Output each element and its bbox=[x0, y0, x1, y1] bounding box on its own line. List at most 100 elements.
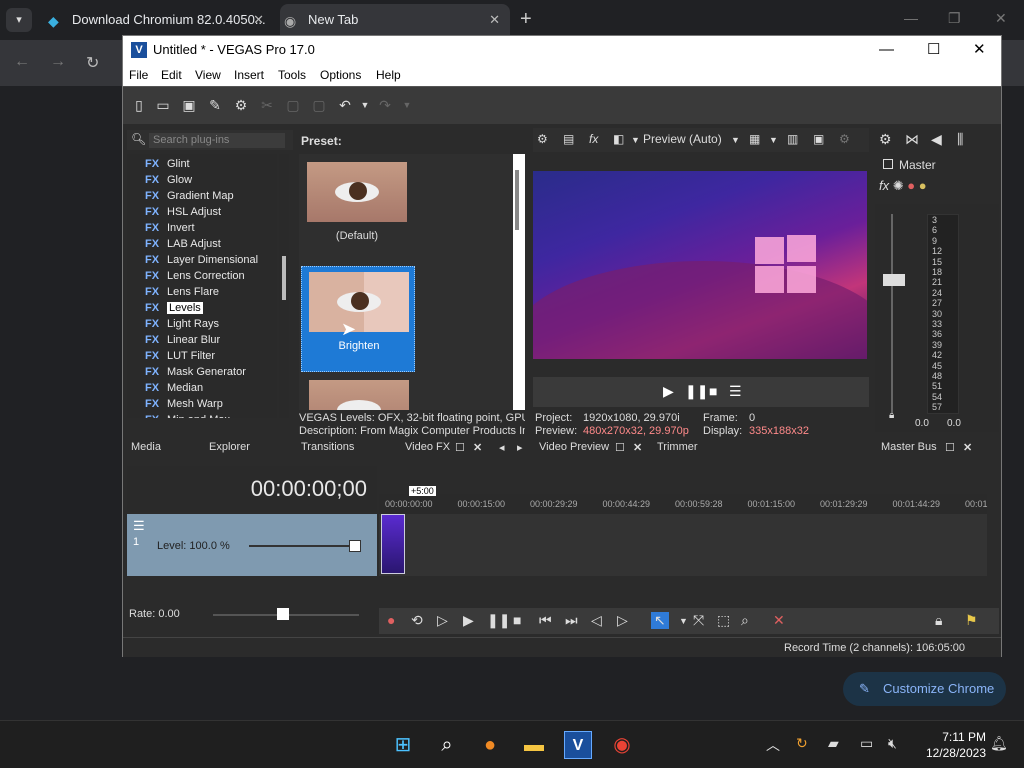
start-windows-icon[interactable]: ⊞ bbox=[389, 731, 417, 759]
previous-frame-icon[interactable]: ◁ bbox=[591, 612, 602, 629]
timeline-ruler[interactable]: +5:00 00:00:00:00 00:00:15:00 00:00:29:29 0… bbox=[379, 486, 988, 514]
reload-icon[interactable]: ↻ bbox=[86, 53, 99, 73]
search-icon[interactable]: ⌕ bbox=[433, 731, 461, 759]
maximize-icon[interactable]: ☐ bbox=[927, 36, 940, 64]
notification-bell-icon[interactable]: 🔔︎ bbox=[990, 735, 1008, 752]
vegas-taskbar-icon[interactable]: V bbox=[564, 731, 592, 759]
plugin-item[interactable]: FX Linear Blur bbox=[145, 332, 220, 348]
preview-quality-dropdown[interactable]: Preview (Auto) bbox=[643, 132, 722, 146]
video-fx-icon[interactable]: fx bbox=[589, 132, 598, 146]
save-snapshot-icon[interactable]: ▣ bbox=[813, 132, 824, 146]
minimize-icon[interactable]: — bbox=[879, 36, 894, 64]
track-menu-icon[interactable]: ☰ bbox=[133, 518, 145, 534]
new-tab-icon[interactable]: + bbox=[520, 8, 532, 31]
paste-icon[interactable]: ▢ bbox=[311, 97, 327, 113]
record-icon[interactable]: ● bbox=[387, 612, 395, 628]
delete-icon[interactable]: ✕ bbox=[773, 612, 785, 629]
menu-help[interactable]: Help bbox=[376, 68, 401, 82]
preset-thumbnail-next[interactable] bbox=[309, 380, 409, 410]
restore-icon[interactable]: ❐ bbox=[948, 10, 961, 27]
track-level-knob[interactable] bbox=[349, 540, 361, 552]
mixer-icon[interactable]: ⫼ bbox=[957, 131, 963, 148]
go-to-end-icon[interactable]: ⏭ bbox=[565, 612, 578, 629]
update-icon[interactable]: ↻ bbox=[796, 735, 808, 752]
split-screen-icon[interactable]: ▤ bbox=[563, 132, 574, 146]
stop-icon[interactable]: ■ bbox=[709, 383, 717, 399]
menu-tools[interactable]: Tools bbox=[278, 68, 306, 82]
plugin-item[interactable]: FX Levels bbox=[145, 300, 203, 316]
preset-thumbnail-default[interactable] bbox=[307, 162, 407, 222]
downmix-icon[interactable]: ⋈ bbox=[905, 131, 919, 148]
tab-left-icon[interactable]: ◂ bbox=[499, 441, 505, 454]
tab-close-icon[interactable]: ✕ bbox=[473, 441, 482, 454]
pause-icon[interactable]: ❚❚ bbox=[487, 612, 510, 629]
dock-icon[interactable]: ☐ bbox=[615, 441, 625, 454]
timeline-track-area[interactable] bbox=[379, 514, 987, 576]
dock-icon[interactable]: ☐ bbox=[945, 441, 955, 454]
plugin-item[interactable]: FX Light Rays bbox=[145, 316, 219, 332]
plugin-item[interactable]: FX Layer Dimensional bbox=[145, 252, 258, 268]
tab-trimmer[interactable]: Trimmer bbox=[657, 441, 698, 453]
plugin-item[interactable]: FX Mask Generator bbox=[145, 364, 246, 380]
envelope-tool-icon[interactable]: ⤧ bbox=[693, 612, 704, 629]
tray-overflow-icon[interactable]: ︿ bbox=[766, 735, 780, 755]
marker-icon[interactable]: ⚑ bbox=[965, 612, 978, 629]
tab-media[interactable]: Media bbox=[131, 441, 161, 453]
save-icon[interactable]: ▣ bbox=[181, 97, 197, 113]
track-header[interactable]: ☰ 1 Level: 100.0 % bbox=[127, 514, 377, 576]
next-frame-icon[interactable]: ▷ bbox=[617, 612, 628, 629]
preview-settings-gear-icon[interactable]: ⚙ bbox=[537, 132, 548, 146]
menu-file[interactable]: File bbox=[129, 68, 148, 82]
edit-tool-dropdown-icon[interactable]: ▼ bbox=[679, 616, 688, 626]
loop-icon[interactable]: ⟲ bbox=[411, 612, 423, 629]
pause-icon[interactable]: ❚❚ bbox=[685, 383, 708, 400]
menu-insert[interactable]: Insert bbox=[234, 68, 264, 82]
copy-icon[interactable]: ▢ bbox=[285, 97, 301, 113]
tab-master-bus[interactable]: Master Bus bbox=[881, 441, 937, 453]
plugin-item[interactable]: FX LUT Filter bbox=[145, 348, 215, 364]
undo-dropdown-icon[interactable]: ▼ bbox=[357, 97, 373, 113]
tab-video-preview[interactable]: Video Preview bbox=[539, 441, 609, 453]
track-level-slider[interactable] bbox=[249, 545, 359, 547]
play-from-start-icon[interactable]: ▷ bbox=[437, 612, 448, 629]
minimize-icon[interactable]: — bbox=[904, 10, 918, 26]
menu-view[interactable]: View bbox=[195, 68, 221, 82]
fx-icon[interactable]: fx bbox=[879, 178, 889, 193]
grid-dropdown-icon[interactable]: ▼ bbox=[769, 135, 778, 145]
mute-icon[interactable]: ● bbox=[907, 178, 915, 193]
show-plugin-icon[interactable]: ⚙ bbox=[839, 132, 850, 146]
plugin-search-input[interactable]: Search plug-ins bbox=[149, 133, 285, 148]
plugin-item[interactable]: FX Median bbox=[145, 380, 203, 396]
play-icon[interactable]: ▶ bbox=[463, 612, 474, 629]
plugin-item[interactable]: FX Invert bbox=[145, 220, 195, 236]
close-icon[interactable]: ✕ bbox=[973, 36, 986, 64]
selection-tool-icon[interactable]: ⬚ bbox=[717, 612, 730, 629]
overlay-icon[interactable]: ◧ bbox=[613, 132, 624, 146]
plugin-item[interactable]: FX Gradient Map bbox=[145, 188, 234, 204]
tab-right-icon[interactable]: ▸ bbox=[517, 441, 523, 454]
new-file-icon[interactable]: ▯ bbox=[131, 97, 147, 113]
redo-icon[interactable]: ↷ bbox=[377, 97, 393, 113]
properties-gear-icon[interactable]: ⚙ bbox=[233, 97, 249, 113]
plugin-list-scrollbar[interactable] bbox=[279, 154, 289, 418]
bus-settings-gear-icon[interactable]: ⚙ bbox=[879, 131, 892, 148]
lock-icon[interactable]: 🔒︎ bbox=[935, 612, 942, 629]
menu-icon[interactable]: ☰ bbox=[729, 383, 742, 400]
tab-explorer[interactable]: Explorer bbox=[209, 441, 250, 453]
dock-icon[interactable]: ☐ bbox=[455, 441, 465, 454]
preset-thumbnail-brighten[interactable] bbox=[309, 272, 409, 332]
tab-transitions[interactable]: Transitions bbox=[301, 441, 354, 453]
customize-chrome-button[interactable]: ✎ Customize Chrome bbox=[843, 672, 1006, 706]
plugin-item[interactable]: FX Lens Correction bbox=[145, 268, 245, 284]
stop-icon[interactable]: ■ bbox=[513, 612, 521, 628]
video-clip[interactable] bbox=[381, 514, 405, 574]
redo-dropdown-icon[interactable]: ▼ bbox=[399, 97, 415, 113]
taskbar-clock[interactable]: 7:11 PM 12/28/2023 bbox=[918, 729, 986, 761]
master-checkbox[interactable] bbox=[883, 159, 893, 169]
go-to-start-icon[interactable]: ⏮ bbox=[539, 612, 552, 629]
plugin-item[interactable]: FX Glint bbox=[145, 156, 190, 172]
cut-icon[interactable]: ✂ bbox=[259, 97, 275, 113]
speaker-icon[interactable]: ◀ bbox=[931, 131, 942, 148]
open-folder-icon[interactable]: ▭ bbox=[155, 97, 171, 113]
menu-edit[interactable]: Edit bbox=[161, 68, 182, 82]
